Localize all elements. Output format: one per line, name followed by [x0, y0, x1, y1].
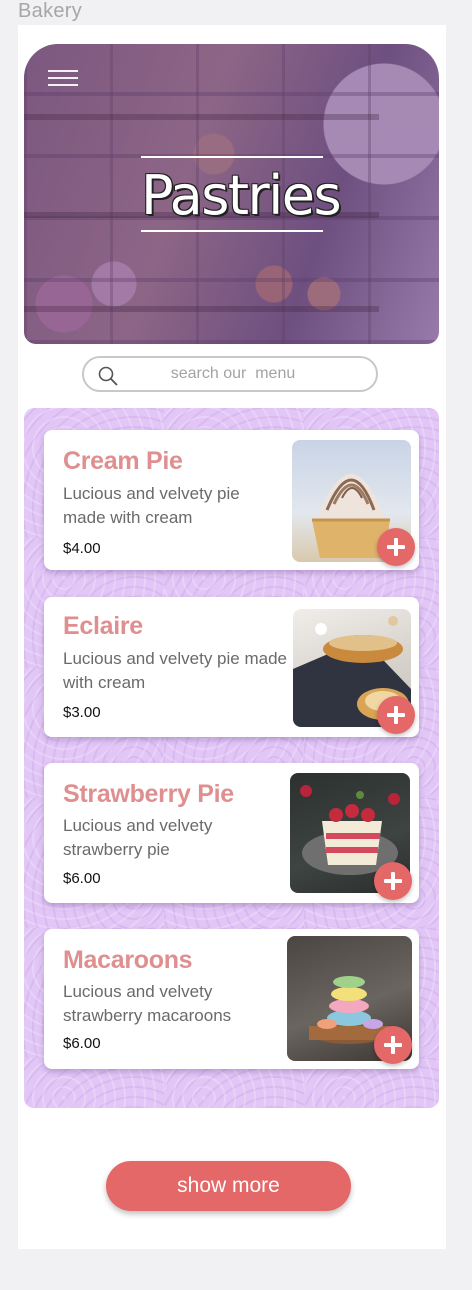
item-price: $6.00: [63, 1035, 101, 1052]
hero-shelf: [24, 114, 379, 120]
menu-item-card[interactable]: Eclaire Lucious and velvety pie made wit…: [44, 597, 419, 737]
hamburger-menu-icon[interactable]: [48, 70, 78, 86]
hero-title-block: Pastries: [141, 156, 342, 234]
hero-banner: Pastries: [24, 44, 439, 344]
menu-list: Cream Pie Lucious and velvety pie made w…: [24, 408, 439, 1108]
item-description: with cream: [63, 673, 146, 692]
item-price: $3.00: [63, 704, 101, 721]
hero-shelf: [24, 306, 379, 312]
menu-item-card[interactable]: Strawberry Pie Lucious and velvety straw…: [44, 763, 419, 903]
add-to-cart-button[interactable]: [374, 862, 412, 900]
item-name: Strawberry Pie: [63, 780, 234, 808]
item-description: Lucious and velvety pie: [63, 484, 240, 503]
menu-item-card[interactable]: Macaroons Lucious and velvety strawberry…: [44, 929, 419, 1069]
frame-label: Bakery: [18, 0, 83, 22]
add-to-cart-button[interactable]: [377, 528, 415, 566]
app-screen: Pastries Cream Pie Lucious and velvety p…: [18, 25, 446, 1249]
search-icon: [98, 366, 118, 386]
menu-item-card[interactable]: Cream Pie Lucious and velvety pie made w…: [44, 430, 419, 570]
item-description: Lucious and velvety: [63, 816, 213, 835]
page-title: Pastries: [141, 164, 342, 227]
item-name: Macaroons: [63, 946, 193, 974]
hero-rule-bottom: [141, 230, 323, 232]
search-bar[interactable]: [82, 356, 378, 392]
add-to-cart-button[interactable]: [374, 1026, 412, 1064]
item-description: strawberry pie: [63, 840, 170, 859]
add-to-cart-button[interactable]: [377, 696, 415, 734]
item-description: made with cream: [63, 508, 193, 527]
item-description: strawberry macaroons: [63, 1006, 232, 1025]
item-price: $6.00: [63, 870, 101, 887]
show-more-button[interactable]: show more: [106, 1161, 351, 1211]
item-name: Cream Pie: [63, 447, 183, 475]
item-name: Eclaire: [63, 612, 143, 640]
item-description: Lucious and velvety: [63, 982, 213, 1001]
item-description: Lucious and velvety pie made: [63, 649, 287, 668]
hero-rule-top: [141, 156, 323, 158]
search-input[interactable]: [128, 361, 338, 387]
item-price: $4.00: [63, 540, 101, 557]
